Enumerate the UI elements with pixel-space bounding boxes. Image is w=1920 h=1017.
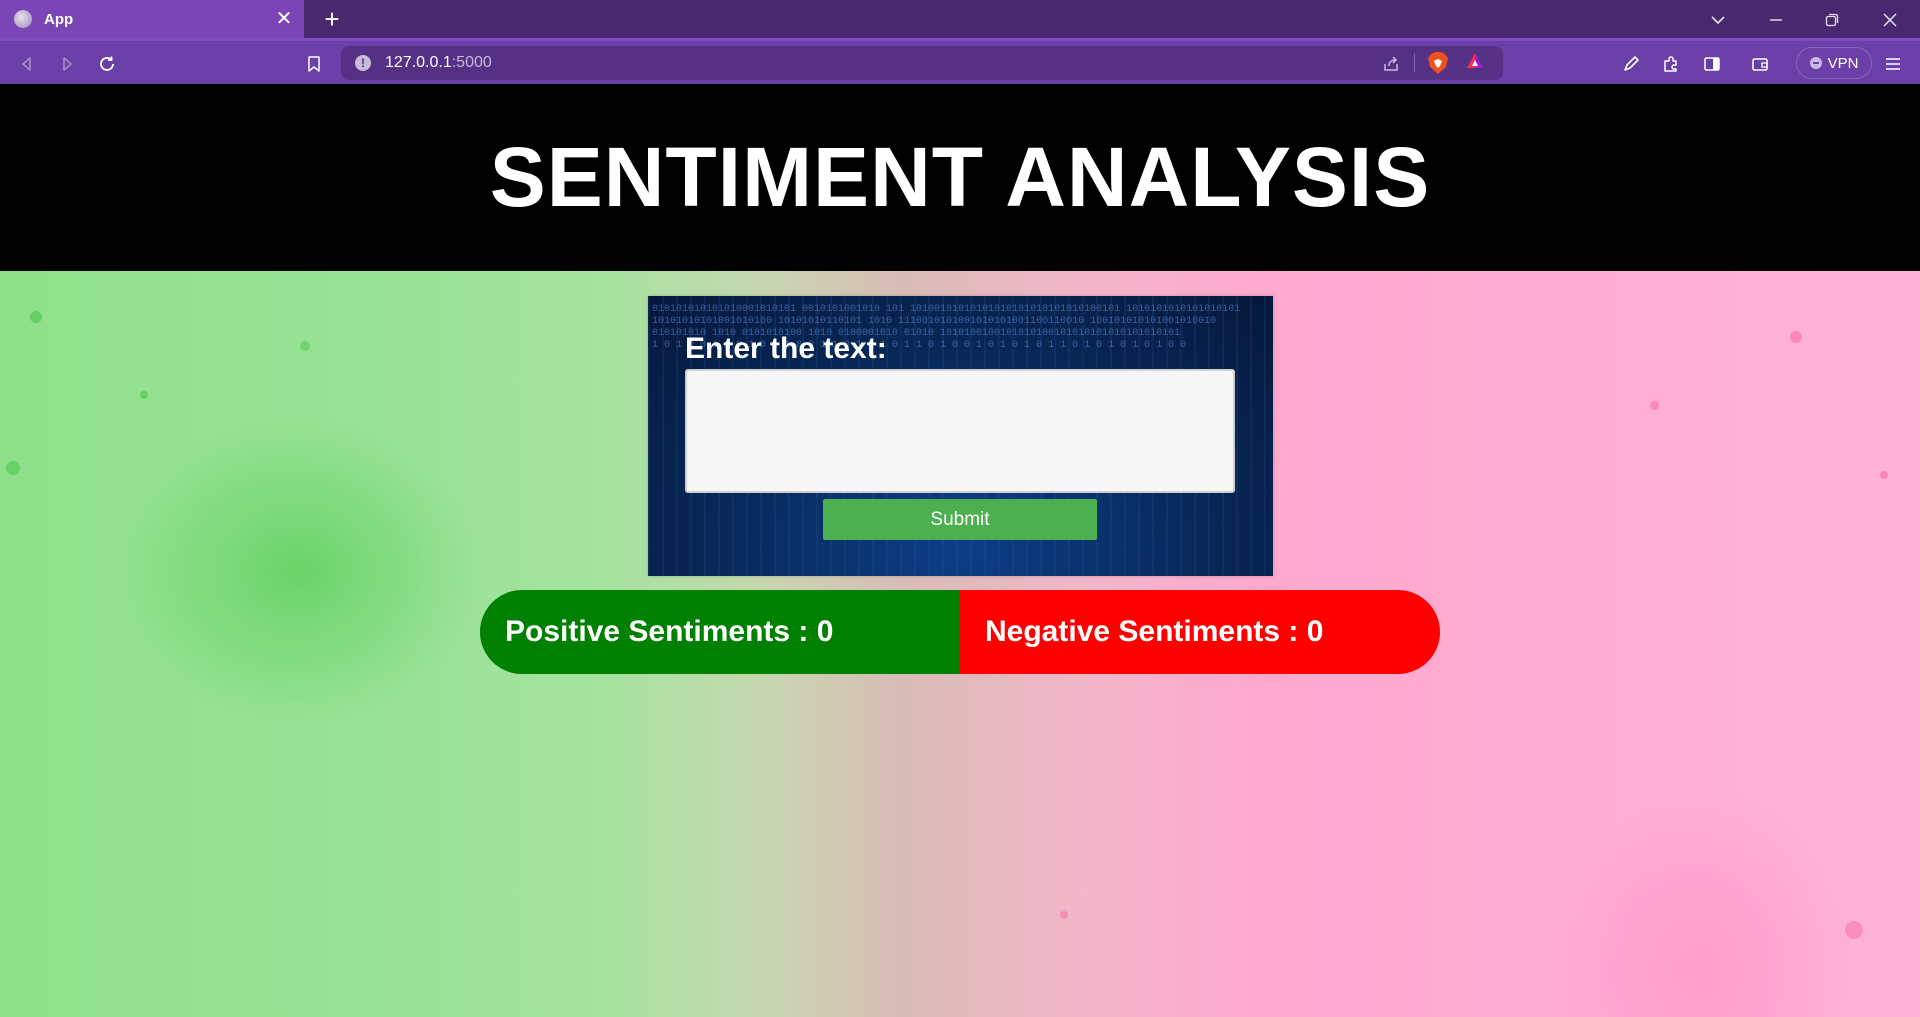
negative-sentiments-count: Negative Sentiments : 0 bbox=[960, 590, 1440, 674]
reload-icon[interactable] bbox=[92, 48, 122, 78]
rewards-triangle-icon[interactable] bbox=[1465, 51, 1489, 75]
restore-icon[interactable] bbox=[1804, 0, 1860, 38]
sidebar-icon[interactable] bbox=[1697, 48, 1727, 78]
vpn-label: VPN bbox=[1827, 54, 1859, 72]
url-text[interactable]: 127.0.0.1:5000 bbox=[385, 54, 492, 72]
positive-sentiments-count: Positive Sentiments : 0 bbox=[480, 590, 960, 674]
submit-button[interactable]: Submit bbox=[823, 499, 1097, 540]
bookmark-icon[interactable] bbox=[299, 48, 329, 78]
url-host: 127.0.0.1 bbox=[385, 54, 452, 71]
tab-title: App bbox=[44, 10, 74, 28]
puzzle-icon[interactable] bbox=[1656, 48, 1686, 78]
url-port: :5000 bbox=[451, 54, 492, 71]
text-input-form: 010101010101010001010101 0010101001010 1… bbox=[648, 296, 1273, 576]
browser-toolbar: ! 127.0.0.1:5000 VPN bbox=[0, 38, 1920, 84]
close-icon[interactable] bbox=[1862, 0, 1918, 38]
browser-tab-active[interactable]: App ✕ bbox=[0, 0, 304, 38]
globe-icon bbox=[14, 10, 32, 28]
hamburger-menu-icon[interactable] bbox=[1878, 48, 1908, 78]
page-content: SENTIMENT ANALYSIS 010101010101010001010… bbox=[0, 84, 1920, 1017]
back-icon[interactable] bbox=[12, 48, 42, 78]
paint-splatter bbox=[1060, 911, 1068, 919]
pen-icon[interactable] bbox=[1616, 48, 1646, 78]
chevron-down-icon[interactable] bbox=[1690, 0, 1746, 38]
brave-lion-icon[interactable] bbox=[1427, 51, 1451, 75]
page-title: SENTIMENT ANALYSIS bbox=[489, 130, 1431, 224]
vpn-status-icon bbox=[1809, 57, 1822, 69]
paint-splatter bbox=[300, 341, 310, 351]
forward-icon[interactable] bbox=[52, 48, 82, 78]
browser-tab-strip: App ✕ + bbox=[0, 0, 1920, 38]
sentiment-results: Positive Sentiments : 0 Negative Sentime… bbox=[480, 590, 1440, 674]
paint-splatter bbox=[6, 461, 20, 475]
paint-splatter bbox=[1790, 331, 1802, 343]
minimize-icon[interactable] bbox=[1748, 0, 1804, 38]
text-input-area[interactable] bbox=[685, 369, 1235, 493]
paint-splatter bbox=[1880, 471, 1888, 479]
divider bbox=[1414, 54, 1415, 72]
tab-close-icon[interactable]: ✕ bbox=[272, 7, 296, 31]
address-bar[interactable]: ! 127.0.0.1:5000 bbox=[341, 46, 1503, 80]
text-input-label: Enter the text: bbox=[685, 332, 887, 365]
paint-splatter bbox=[1845, 921, 1863, 939]
info-icon[interactable]: ! bbox=[355, 55, 371, 71]
paint-splatter bbox=[140, 391, 148, 399]
page-header: SENTIMENT ANALYSIS bbox=[0, 84, 1920, 271]
new-tab-button[interactable]: + bbox=[318, 5, 346, 33]
paint-splatter bbox=[1650, 401, 1659, 410]
share-icon[interactable] bbox=[1379, 51, 1403, 75]
paint-splatter bbox=[30, 311, 42, 323]
vpn-button[interactable]: VPN bbox=[1796, 47, 1872, 79]
wallet-icon[interactable] bbox=[1745, 48, 1775, 78]
